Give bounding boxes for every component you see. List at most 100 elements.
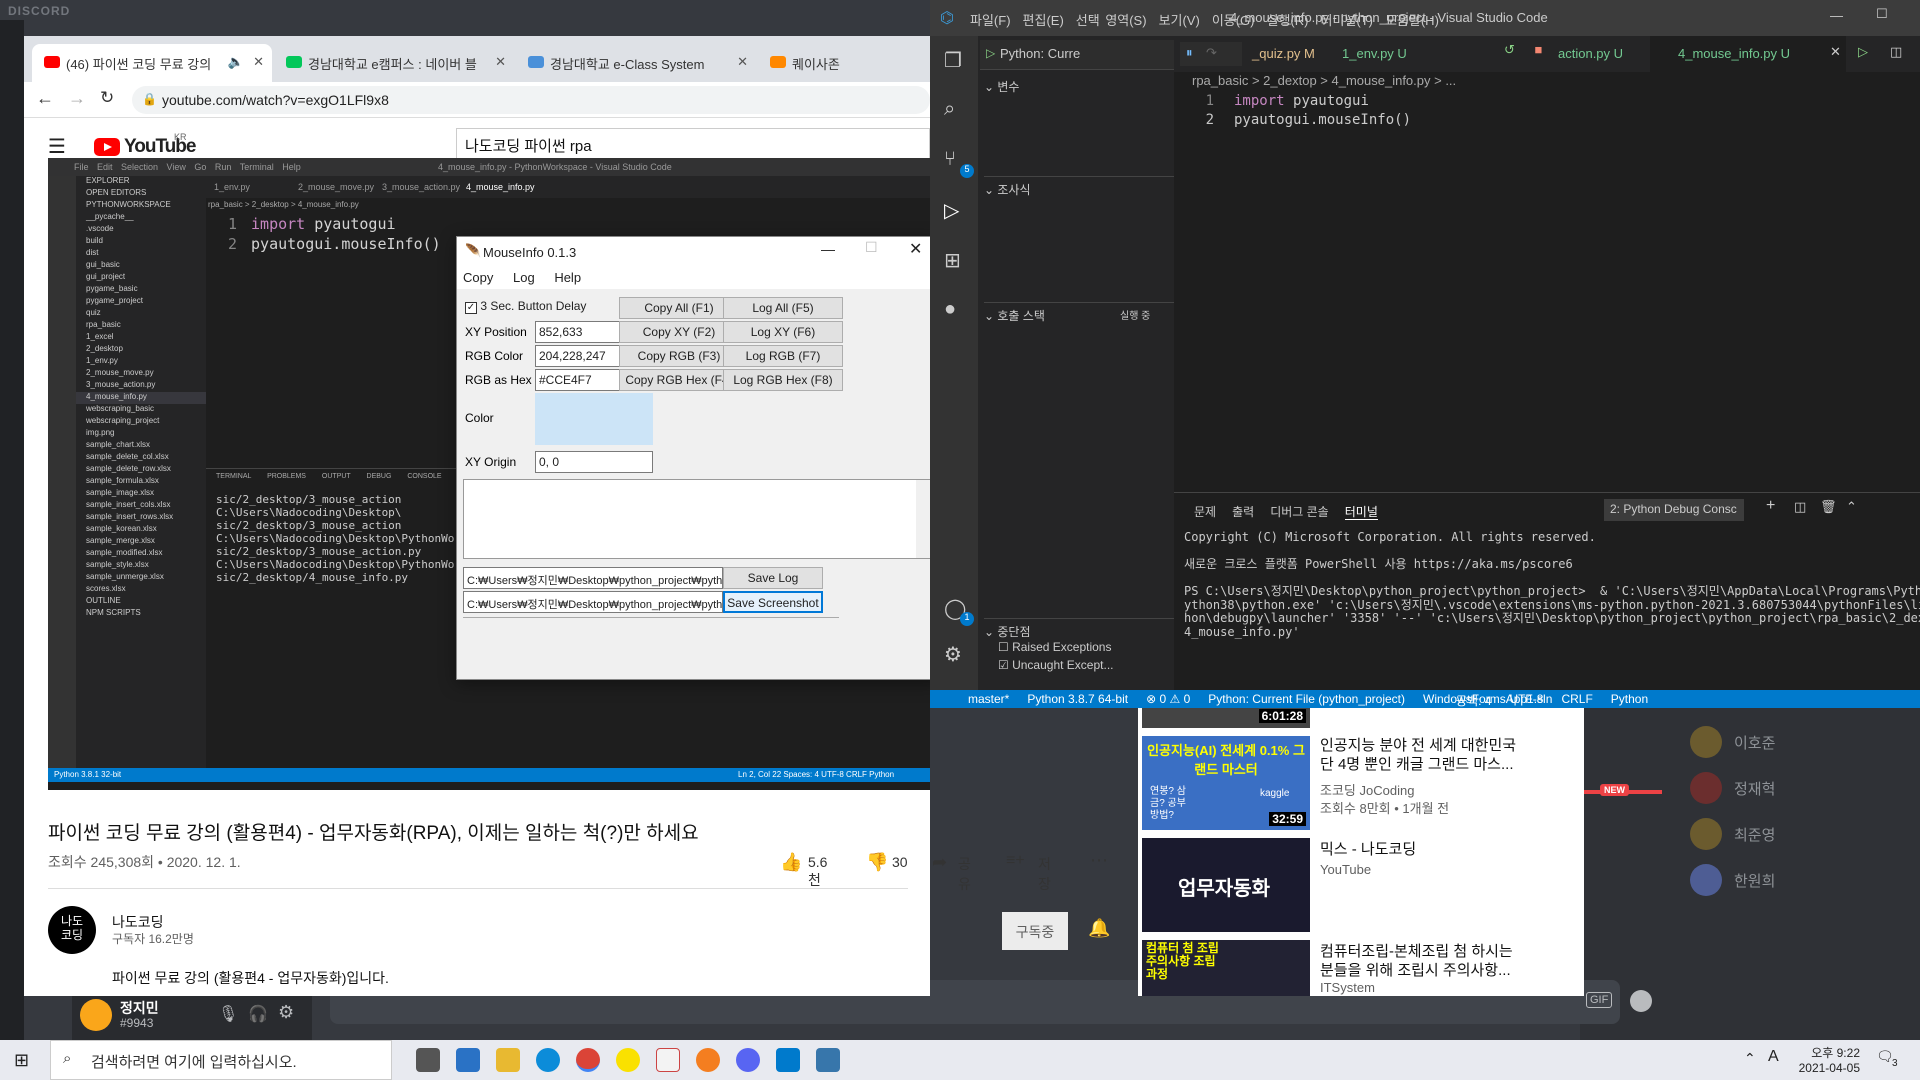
minimize-icon[interactable]: — (821, 241, 835, 257)
app-icon[interactable] (656, 1048, 680, 1072)
status-item[interactable]: Python 3.8.7 64-bit (1027, 692, 1128, 706)
tab-eclass[interactable]: 경남대학교 e-Class System ✕ (516, 44, 756, 82)
file-explorer-icon[interactable] (496, 1048, 520, 1072)
status-item[interactable]: Python (1611, 692, 1648, 706)
channel-name[interactable]: 나도코딩 (112, 912, 164, 932)
gif-button[interactable]: GIF (1586, 992, 1613, 1008)
breakpoint-uncaught[interactable]: ☑ Uncaught Except... (998, 658, 1113, 672)
status-item[interactable]: UTF-8 (1509, 692, 1543, 706)
search-input[interactable]: 나도코딩 파이썬 rpa (456, 128, 930, 160)
screenshot-path-field[interactable]: C:₩Users₩정지민₩Desktop₩python_project₩pyth… (463, 591, 723, 613)
like-icon[interactable]: 👍 (780, 852, 802, 873)
panel-tab[interactable]: 문제 (1194, 505, 1216, 519)
recommendation-thumb[interactable]: 인공지능(AI) 전세계 0.1% 그랜드 마스터 연봉? 삼금? 공부 방법?… (1142, 736, 1310, 830)
save-icon[interactable]: ≡+ (1006, 852, 1025, 870)
menu-item[interactable]: 보기(V) (1159, 13, 1200, 28)
log-all-button[interactable]: Log All (F5) (723, 297, 843, 319)
github-icon[interactable]: ● (944, 298, 956, 321)
like-count[interactable]: 5.6천 (808, 854, 827, 890)
breakpoint-raised[interactable]: ☐ Raised Exceptions (998, 640, 1111, 654)
new-terminal-icon[interactable]: + (1766, 497, 1775, 515)
section-callstack[interactable]: ⌄ 호출 스택 실행 중 (984, 302, 1174, 324)
chevron-up-icon[interactable]: ⌃ (1846, 499, 1857, 515)
tab-ecampus[interactable]: 경남대학교 e캠퍼스 : 네이버 블 ✕ (274, 44, 514, 82)
start-icon[interactable]: ⊞ (14, 1050, 29, 1071)
subscribed-button[interactable]: 구독중 (1002, 912, 1068, 950)
status-item[interactable]: CRLF (1561, 692, 1592, 706)
copy-rgb-button[interactable]: Copy RGB (F3) (619, 345, 739, 367)
back-icon[interactable]: ← (36, 88, 54, 109)
tab-action[interactable]: action.py U (1558, 46, 1623, 61)
close-icon[interactable]: ✕ (909, 239, 922, 259)
recommendation-title[interactable]: 믹스 - 나도코딩 (1320, 840, 1520, 859)
start-debug-icon[interactable]: ▷ (986, 46, 995, 60)
copy-all-button[interactable]: Copy All (F1) (619, 297, 739, 319)
menu-help[interactable]: Help (554, 267, 581, 285)
share-icon[interactable]: ➦ (932, 852, 947, 873)
task-view-icon[interactable] (416, 1048, 440, 1072)
log-path-field[interactable]: C:₩Users₩정지민₩Desktop₩python_project₩pyth… (463, 567, 723, 589)
close-tab-icon[interactable]: ✕ (1830, 44, 1841, 60)
delay-checkbox[interactable]: ✓ 3 Sec. Button Delay (465, 299, 586, 314)
kakaotalk-icon[interactable] (616, 1048, 640, 1072)
menu-copy[interactable]: Copy (463, 267, 493, 285)
panel-tab[interactable]: 디버그 콘솔 (1270, 505, 1329, 519)
member-item[interactable]: 한원희 (1690, 860, 1890, 900)
trash-icon[interactable]: 🗑 (1820, 499, 1837, 515)
debug-config-select[interactable]: Python: Curre (1000, 46, 1080, 61)
tab-mouse-info[interactable]: 4_mouse_info.py U ✕ (1650, 36, 1846, 72)
save-log-button[interactable]: Save Log (723, 567, 823, 589)
tab-env[interactable]: 1_env.py U (1342, 46, 1407, 61)
copy-xy-button[interactable]: Copy XY (F2) (619, 321, 739, 343)
code-editor[interactable]: 1 import pyautogui 2 pyautogui.mouseInfo() (1174, 92, 1920, 492)
clock[interactable]: 오후 9:22 2021-04-05 (1796, 1044, 1860, 1075)
run-icon[interactable]: ▷ (1858, 44, 1868, 60)
avatar[interactable] (80, 999, 112, 1031)
extensions-icon[interactable]: ⊞ (944, 248, 961, 273)
terminal-output[interactable]: Copyright (C) Microsoft Corporation. All… (1184, 530, 1920, 639)
save-screenshot-button[interactable]: Save Screenshot (723, 591, 823, 613)
edge-icon[interactable] (536, 1048, 560, 1072)
prev-thumb[interactable]: 6:01:28 (1142, 706, 1310, 728)
log-xy-button[interactable]: Log XY (F6) (723, 321, 843, 343)
copy-hex-button[interactable]: Copy RGB Hex (F4) (619, 369, 739, 391)
close-tab-icon[interactable]: ✕ (253, 54, 264, 70)
settings-icon[interactable]: ⚙ (278, 1002, 294, 1023)
close-tab-icon[interactable]: ✕ (495, 54, 506, 70)
menu-item[interactable]: 편집(E) (1023, 13, 1064, 28)
member-item[interactable]: 최준영 (1690, 814, 1890, 854)
vscode-icon[interactable] (776, 1048, 800, 1072)
mic-icon[interactable]: 🎙 (218, 1004, 238, 1024)
run-debug-icon[interactable]: ▷ (944, 198, 959, 223)
status-item[interactable]: ⊗ 0 ⚠ 0 (1146, 692, 1190, 706)
ime-indicator[interactable]: A (1768, 1048, 1779, 1066)
forward-icon[interactable]: → (68, 88, 86, 109)
dislike-icon[interactable]: 👎 (866, 852, 888, 873)
member-item[interactable]: 정재혁 (1690, 768, 1890, 808)
recommendation-title[interactable]: 인공지능 분야 전 세계 대한민국 단 4명 뿐인 캐글 그랜드 마스... (1320, 736, 1520, 774)
split-editor-icon[interactable]: ◫ (1890, 44, 1902, 60)
reload-icon[interactable]: ↻ (100, 88, 114, 108)
s-app-icon[interactable] (696, 1048, 720, 1072)
scrollbar[interactable] (916, 480, 930, 558)
taskbar-search[interactable]: ⌕ 검색하려면 여기에 입력하십시오. (50, 1040, 392, 1080)
manage-gear-icon[interactable]: ⚙ (944, 642, 962, 667)
status-item[interactable]: 공백: 4 (1456, 692, 1491, 709)
menu-log[interactable]: Log (513, 267, 535, 285)
explorer-icon[interactable]: ❐ (944, 48, 962, 73)
python-icon[interactable] (816, 1048, 840, 1072)
section-breakpoints[interactable]: ⌄ 중단점 (984, 618, 1174, 640)
origin-field[interactable]: 0, 0 (535, 451, 653, 473)
menu-icon[interactable]: ☰ (48, 134, 66, 159)
status-item[interactable]: Python: Current File (python_project) (1208, 692, 1405, 706)
panel-tab[interactable]: 출력 (1232, 505, 1254, 519)
section-variables[interactable]: ⌄ 변수 (984, 78, 1019, 95)
status-item[interactable]: master* (968, 692, 1009, 706)
log-rgb-button[interactable]: Log RGB (F7) (723, 345, 843, 367)
member-item[interactable]: 이호준 (1690, 722, 1890, 762)
minimize-icon[interactable]: — (1830, 8, 1843, 23)
restart-icon[interactable]: ↺ (1504, 42, 1515, 57)
speaker-icon[interactable]: 🔈 (228, 54, 244, 70)
tab-quiz[interactable]: _quiz.py M (1252, 46, 1315, 61)
more-icon[interactable]: ⋯ (1090, 850, 1108, 871)
